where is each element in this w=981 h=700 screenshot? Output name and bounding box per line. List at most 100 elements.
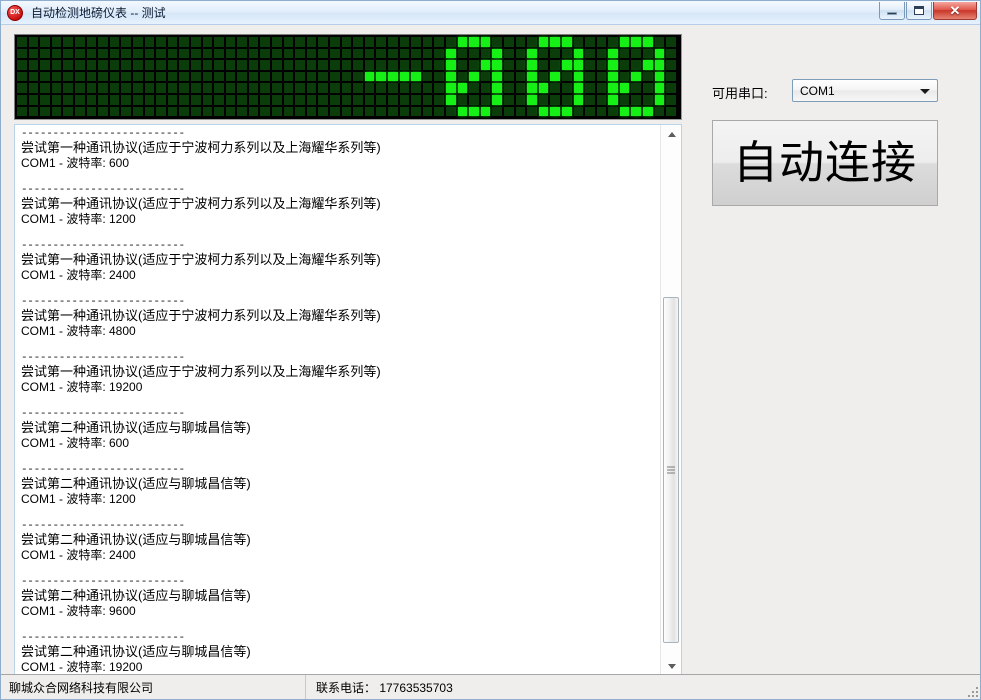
scroll-up-button[interactable] xyxy=(661,125,681,143)
led-dot xyxy=(74,48,86,60)
led-dot xyxy=(619,106,631,118)
led-dot xyxy=(630,59,642,71)
client-area: -------------------------- 尝试第一种通讯协议(适应于宁… xyxy=(1,25,980,676)
led-dot xyxy=(329,48,341,60)
log-separator: -------------------------- xyxy=(21,296,185,308)
led-dot xyxy=(468,59,480,71)
led-dot xyxy=(364,71,376,83)
led-dot xyxy=(97,36,109,48)
led-dot xyxy=(144,36,156,48)
status-phone: 联系电话： 17763535703 xyxy=(316,680,453,695)
led-dot xyxy=(341,71,353,83)
led-dot xyxy=(503,36,515,48)
led-dot xyxy=(445,82,457,94)
led-dot xyxy=(561,71,573,83)
scroll-down-button[interactable] xyxy=(661,657,681,675)
led-dot xyxy=(515,59,527,71)
led-dot xyxy=(596,36,608,48)
led-dot xyxy=(167,94,179,106)
auto-connect-button[interactable]: 自动连接 xyxy=(712,120,938,206)
led-dot xyxy=(306,71,318,83)
log-entry: -------------------------- 尝试第二种通讯协议(适应与聊… xyxy=(21,521,661,563)
resize-grip-icon[interactable] xyxy=(966,685,978,697)
led-dot xyxy=(630,36,642,48)
led-dot xyxy=(74,94,86,106)
maximize-button[interactable] xyxy=(906,2,932,20)
led-dot xyxy=(445,36,457,48)
led-dot xyxy=(422,106,434,118)
led-dot xyxy=(341,82,353,94)
led-dot xyxy=(178,59,190,71)
led-dot xyxy=(28,82,40,94)
led-dot xyxy=(491,59,503,71)
led-dot xyxy=(433,106,445,118)
led-dot xyxy=(132,71,144,83)
led-dot xyxy=(654,106,666,118)
led-dot xyxy=(630,48,642,60)
led-dot xyxy=(28,36,40,48)
led-dot xyxy=(167,82,179,94)
window-title: 自动检测地磅仪表 -- 测试 xyxy=(31,6,166,20)
led-dot xyxy=(410,82,422,94)
led-dot xyxy=(561,94,573,106)
led-dot xyxy=(294,106,306,118)
led-dot xyxy=(248,59,260,71)
led-dot xyxy=(642,94,654,106)
led-dot xyxy=(155,71,167,83)
scrollbar-thumb[interactable] xyxy=(663,297,679,643)
led-dot xyxy=(271,59,283,71)
led-dot xyxy=(213,82,225,94)
led-dot xyxy=(225,94,237,106)
led-dot xyxy=(596,71,608,83)
com-port-label: 可用串口: xyxy=(712,86,768,101)
led-dot xyxy=(654,94,666,106)
led-dot xyxy=(526,94,538,106)
led-dot xyxy=(399,71,411,83)
led-dot xyxy=(144,106,156,118)
led-dot xyxy=(596,82,608,94)
led-dot xyxy=(665,48,677,60)
app-window: DX 自动检测地磅仪表 -- 测试 ✕ --------------------… xyxy=(0,0,981,700)
led-dot xyxy=(375,82,387,94)
led-dot xyxy=(341,106,353,118)
led-dot xyxy=(39,71,51,83)
led-dot xyxy=(62,59,74,71)
led-dot xyxy=(190,48,202,60)
led-dot xyxy=(561,48,573,60)
led-dot xyxy=(62,36,74,48)
led-dot xyxy=(178,36,190,48)
led-dot xyxy=(329,82,341,94)
log-panel[interactable]: -------------------------- 尝试第一种通讯协议(适应于宁… xyxy=(14,124,682,676)
led-dot xyxy=(190,59,202,71)
led-dot xyxy=(607,48,619,60)
led-dot xyxy=(410,106,422,118)
led-dot xyxy=(352,82,364,94)
led-dot xyxy=(62,71,74,83)
led-dot xyxy=(387,106,399,118)
led-dot xyxy=(399,82,411,94)
led-dot xyxy=(561,106,573,118)
led-dot xyxy=(16,71,28,83)
led-dot xyxy=(607,94,619,106)
led-dot xyxy=(445,71,457,83)
log-entry: -------------------------- 尝试第一种通讯协议(适应于宁… xyxy=(21,129,661,171)
log-entry-detail: COM1 - 波特率: 1200 xyxy=(21,212,136,226)
led-dot xyxy=(457,106,469,118)
led-dot xyxy=(561,59,573,71)
minimize-button[interactable] xyxy=(879,2,905,20)
led-dot xyxy=(225,106,237,118)
led-dot xyxy=(283,94,295,106)
led-dot xyxy=(306,82,318,94)
led-dot xyxy=(306,106,318,118)
log-scrollbar[interactable] xyxy=(660,125,681,675)
led-dot xyxy=(468,36,480,48)
led-dot xyxy=(584,36,596,48)
led-dot xyxy=(97,59,109,71)
led-dot xyxy=(387,36,399,48)
com-port-select[interactable]: COM1 xyxy=(792,79,938,102)
led-dot xyxy=(573,36,585,48)
led-dot xyxy=(457,59,469,71)
close-button[interactable]: ✕ xyxy=(933,2,977,20)
led-dot xyxy=(144,94,156,106)
led-dot xyxy=(526,71,538,83)
